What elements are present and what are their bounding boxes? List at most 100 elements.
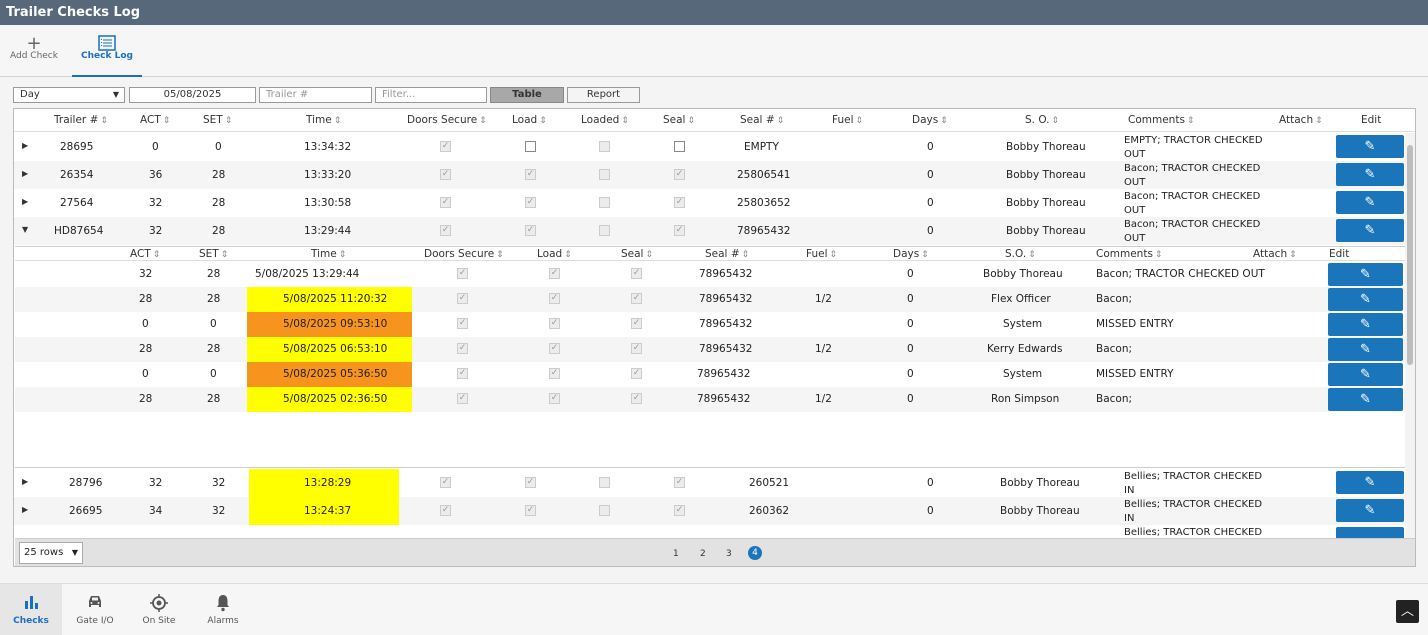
table-row[interactable]: ▶ 26695 34 32 13:24:37 ✓ ✓ ✓ 260362 0 Bo… [14, 497, 1415, 525]
col-set[interactable]: SET ⇕ [203, 114, 232, 126]
col-seal-number[interactable]: Seal # ⇕ [740, 114, 784, 126]
edit-button[interactable]: ✎ [1328, 338, 1403, 361]
table-row[interactable]: ▶ 28796 32 32 13:28:29 ✓ ✓ ✓ 260521 0 Bo… [14, 469, 1415, 497]
subtable-row[interactable]: 28 28 5/08/2025 11:20:32 ✓ ✓ ✓ 78965432 … [15, 287, 1414, 312]
edit-button[interactable]: ✎ [1328, 288, 1403, 311]
history-subtable: ACT ⇕ SET ⇕ Time ⇕ Doors Secure ⇕ Load ⇕ Seal… [15, 246, 1414, 468]
nav-alarms[interactable]: Alarms [192, 584, 254, 635]
subtable-row[interactable]: 28 28 5/08/2025 06:53:10 ✓ ✓ ✓ 78965432 … [15, 337, 1414, 362]
scrollbar-thumb[interactable] [1407, 145, 1413, 365]
col-days[interactable]: Days ⇕ [912, 114, 948, 126]
edit-button[interactable]: ✎ [1336, 191, 1404, 214]
days-value: 0 [927, 169, 934, 181]
col-act[interactable]: ACT ⇕ [140, 114, 170, 126]
sub-col-attach[interactable]: Attach ⇕ [1253, 248, 1297, 260]
sub-col-fuel[interactable]: Fuel ⇕ [806, 248, 837, 260]
expand-icon[interactable]: ▶ [22, 477, 28, 486]
tab-add-check[interactable]: + Add Check [8, 25, 60, 77]
table-button[interactable]: Table [490, 87, 564, 103]
edit-button[interactable]: ✎ [1328, 263, 1403, 286]
trailer-input[interactable]: Trailer # [259, 87, 372, 103]
comments-value: Bellies; TRACTOR CHECKED IN [1124, 471, 1263, 496]
subtable-row[interactable]: 0 0 5/08/2025 09:53:10 ✓ ✓ ✓ 78965432 0 … [15, 312, 1414, 337]
load-checkbox: ✓ [525, 225, 536, 236]
grid-scrollbar[interactable] [1405, 133, 1415, 538]
comments-value: Bacon; TRACTOR CHECKED OUT [1124, 191, 1261, 216]
col-comments[interactable]: Comments ⇕ [1128, 114, 1194, 126]
sub-col-set[interactable]: SET ⇕ [199, 248, 228, 260]
tab-check-log[interactable]: Check Log [72, 25, 142, 77]
subtable-row[interactable]: 32 28 5/08/2025 13:29:44 ✓ ✓ ✓ 78965432 … [15, 262, 1414, 287]
sub-col-days[interactable]: Days ⇕ [893, 248, 929, 260]
col-loaded[interactable]: Loaded ⇕ [581, 114, 629, 126]
scroll-top-button[interactable]: ︿ [1396, 600, 1419, 623]
sub-col-seal[interactable]: Seal ⇕ [621, 248, 653, 260]
time-value: 13:28:29 [304, 477, 352, 489]
rows-per-page-select[interactable]: 25 rows ▼ [19, 542, 83, 564]
nav-on-site[interactable]: On Site [128, 584, 190, 635]
sub-col-doors-secure[interactable]: Doors Secure ⇕ [424, 248, 504, 260]
expand-icon[interactable]: ▶ [22, 197, 28, 206]
edit-button[interactable]: ✎ [1336, 135, 1404, 158]
report-button[interactable]: Report [567, 87, 640, 103]
load-checkbox [525, 141, 536, 152]
fuel-value: 1/2 [815, 393, 832, 405]
act-value: 36 [149, 169, 163, 181]
col-time[interactable]: Time ⇕ [306, 114, 341, 126]
edit-button[interactable]: ✎ [1328, 313, 1403, 336]
table-row[interactable]: ▶ 28695 0 0 13:34:32 ✓ EMPTY 0 Bobby Tho… [14, 133, 1415, 161]
subtable-row[interactable]: 0 0 5/08/2025 05:36:50 ✓ ✓ ✓ 78965432 0 … [15, 362, 1414, 387]
edit-button[interactable]: ✎ [1336, 499, 1404, 522]
table-row[interactable]: Bellies; TRACTOR CHECKED [14, 525, 1415, 538]
filter-input[interactable]: Filter... [375, 87, 487, 103]
edit-button[interactable]: ✎ [1336, 163, 1404, 186]
edit-button[interactable] [1336, 527, 1404, 538]
period-select[interactable]: Day ▼ [13, 87, 125, 103]
seal-number: 78965432 [697, 368, 751, 380]
edit-button[interactable]: ✎ [1328, 363, 1403, 386]
col-seal[interactable]: Seal ⇕ [663, 114, 695, 126]
edit-button[interactable]: ✎ [1336, 471, 1404, 494]
sub-col-so[interactable]: S.O. ⇕ [1005, 248, 1036, 260]
expand-icon[interactable]: ▶ [22, 505, 28, 514]
page-3[interactable]: 3 [726, 549, 732, 559]
doors-secure-checkbox: ✓ [457, 343, 468, 354]
col-so[interactable]: S. O. ⇕ [1025, 114, 1059, 126]
collapse-icon[interactable]: ▼ [22, 225, 28, 234]
filter-controls: Day ▼ 05/08/2025 Trailer # Filter... Tabl… [0, 87, 1428, 105]
time-value: 5/08/2025 05:36:50 [283, 368, 388, 380]
col-fuel[interactable]: Fuel ⇕ [832, 114, 863, 126]
set-value: 28 [207, 393, 221, 405]
days-value: 0 [927, 197, 934, 209]
table-row[interactable]: ▶ 27564 32 28 13:30:58 ✓ ✓ ✓ 25803652 0 … [14, 189, 1415, 217]
time-value: 5/08/2025 02:36:50 [283, 393, 388, 405]
subtable-row[interactable]: 28 28 5/08/2025 02:36:50 ✓ ✓ ✓ 78965432 … [15, 387, 1414, 412]
expand-icon[interactable]: ▶ [22, 169, 28, 178]
nav-gate-io[interactable]: Gate I/O [64, 584, 126, 635]
time-value: 13:30:58 [304, 197, 352, 209]
col-trailer[interactable]: Trailer # ⇕ [54, 114, 108, 126]
edit-button[interactable]: ✎ [1328, 388, 1403, 411]
edit-button[interactable]: ✎ [1336, 219, 1404, 242]
date-field[interactable]: 05/08/2025 [129, 87, 256, 103]
col-doors-secure[interactable]: Doors Secure ⇕ [407, 114, 487, 126]
sub-col-time[interactable]: Time ⇕ [311, 248, 346, 260]
page-1[interactable]: 1 [673, 549, 679, 559]
expand-icon[interactable]: ▶ [22, 141, 28, 150]
sub-col-seal-number[interactable]: Seal # ⇕ [705, 248, 749, 260]
sub-col-comments[interactable]: Comments ⇕ [1096, 248, 1162, 260]
sub-col-act[interactable]: ACT ⇕ [130, 248, 160, 260]
table-row-expanded[interactable]: ▼ HD87654 32 28 13:29:44 ✓ ✓ ✓ 78965432 … [14, 217, 1415, 245]
nav-checks[interactable]: Checks [0, 584, 62, 635]
table-row[interactable]: ▶ 26354 36 28 13:33:20 ✓ ✓ ✓ 25806541 0 … [14, 161, 1415, 189]
col-load[interactable]: Load ⇕ [512, 114, 547, 126]
comments-value: Bellies; TRACTOR CHECKED IN [1124, 499, 1263, 524]
sub-col-load[interactable]: Load ⇕ [537, 248, 572, 260]
col-edit: Edit [1361, 114, 1382, 126]
comments-value: Bacon; [1096, 393, 1133, 405]
pencil-icon: ✎ [1364, 167, 1376, 182]
col-attach[interactable]: Attach ⇕ [1279, 114, 1323, 126]
page-2[interactable]: 2 [700, 549, 706, 559]
page-4-current[interactable]: 4 [748, 546, 762, 560]
seal-number: 78965432 [737, 225, 791, 237]
